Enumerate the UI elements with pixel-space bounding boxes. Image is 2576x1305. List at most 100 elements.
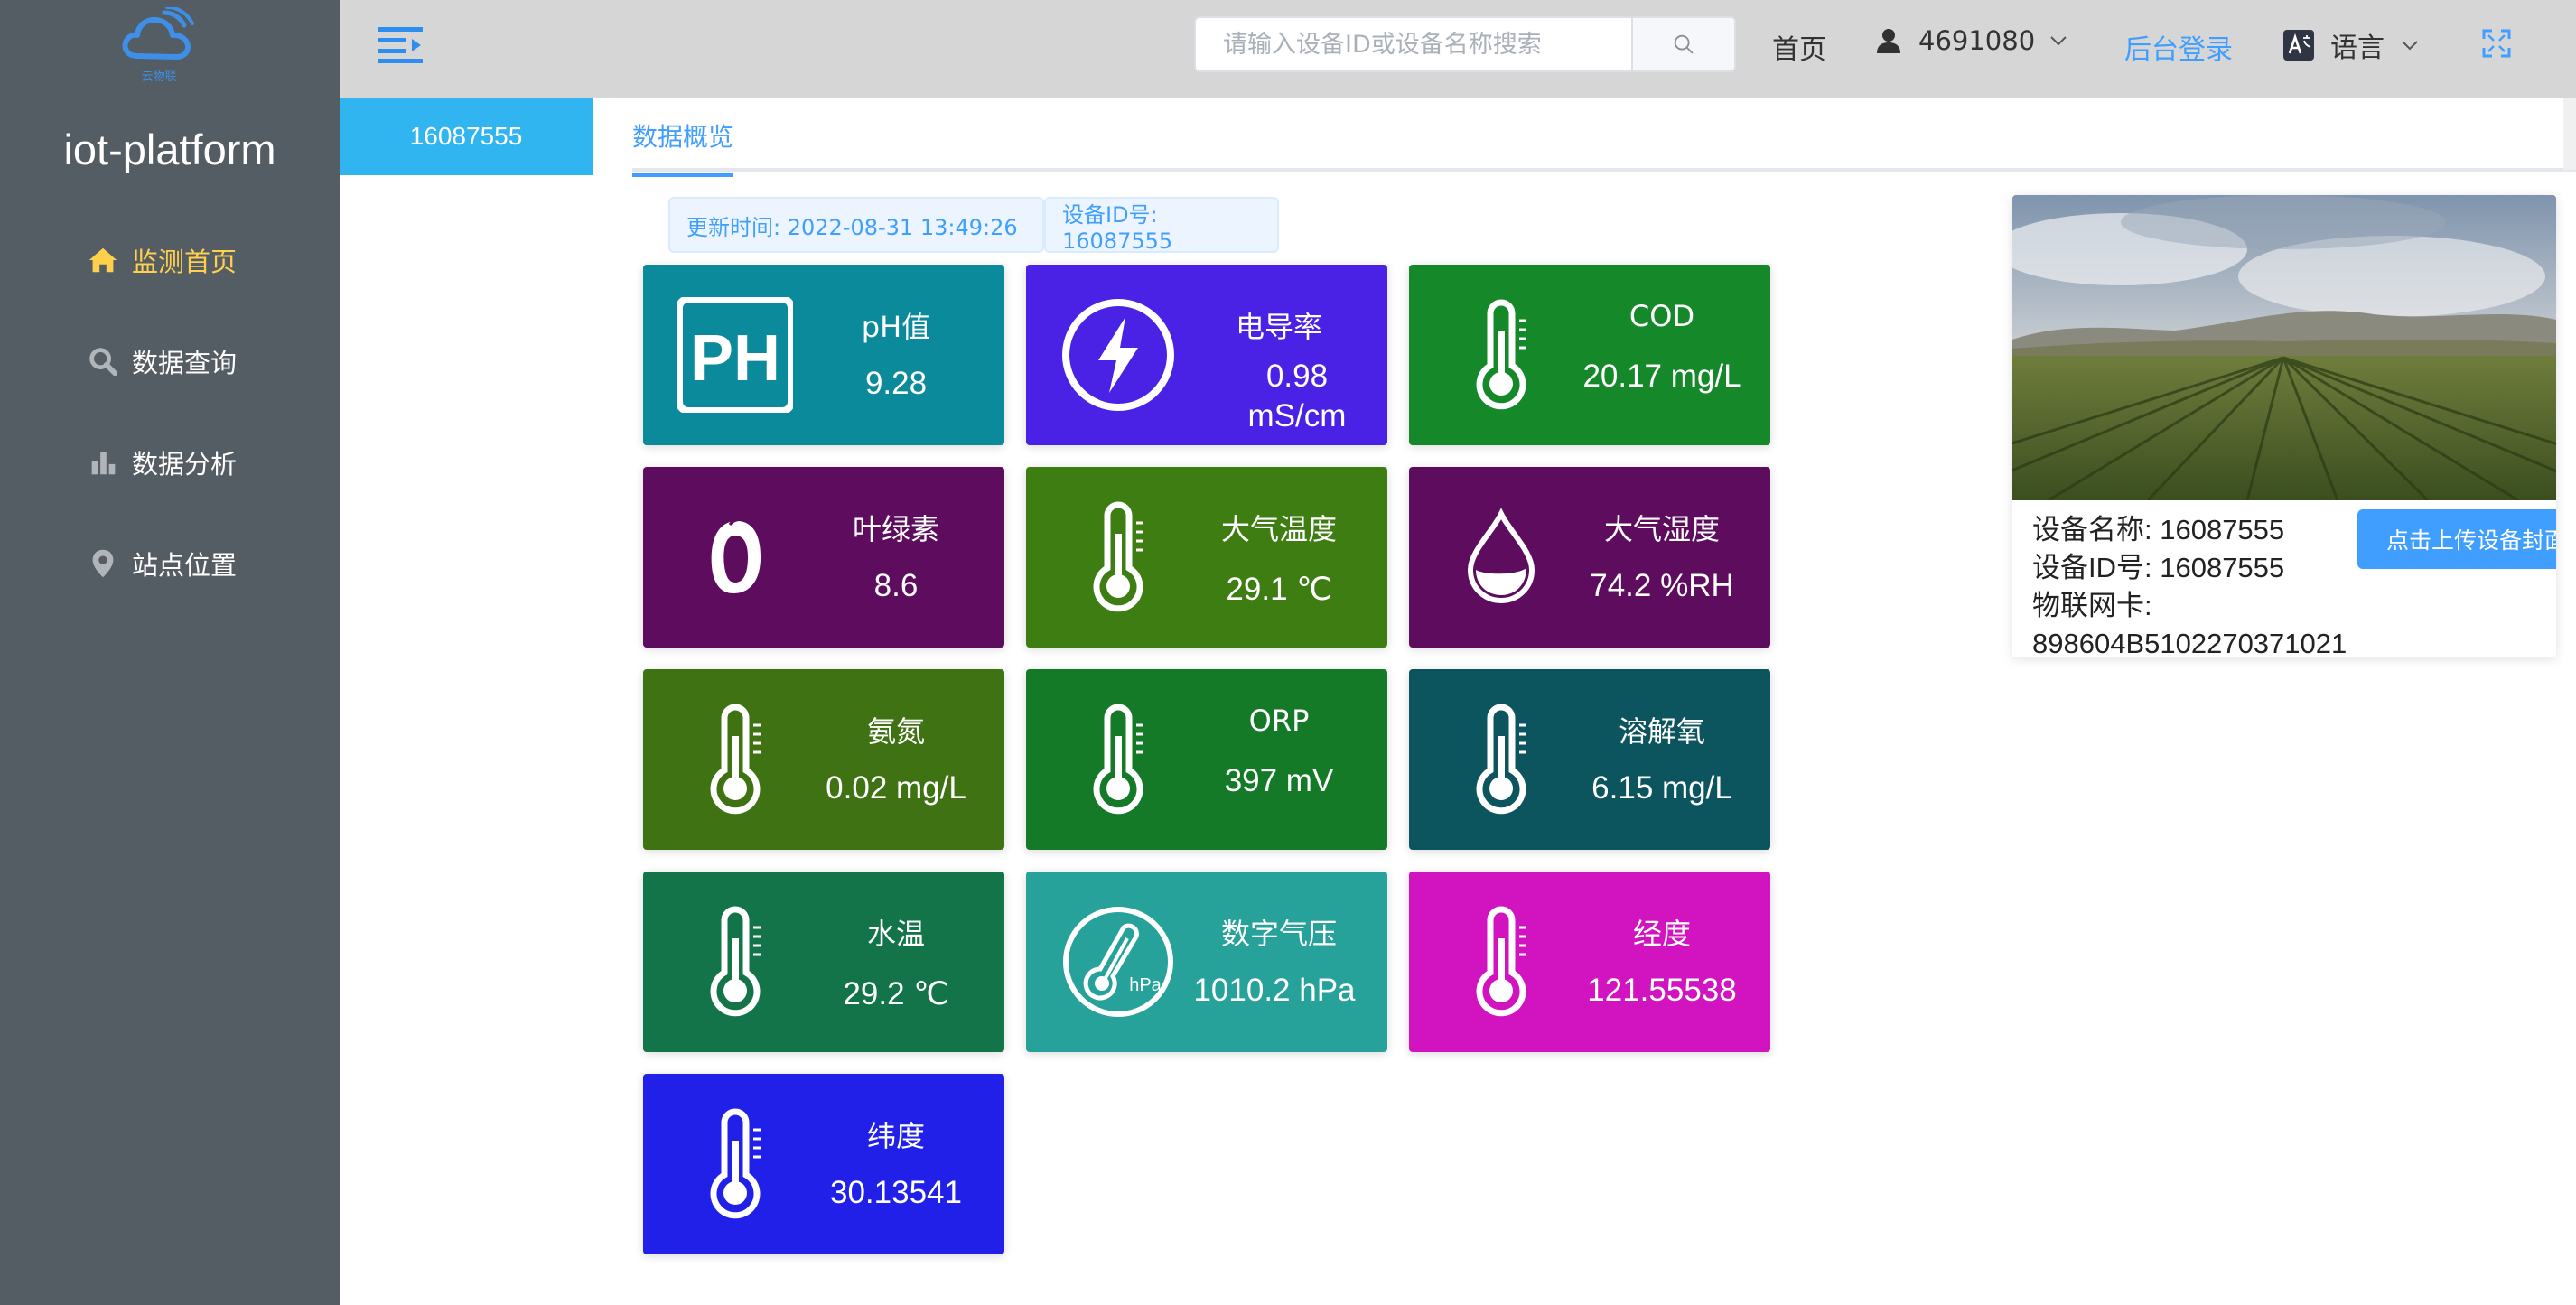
- card-title: 水温: [866, 917, 925, 951]
- home-icon: [85, 242, 121, 278]
- brand-title: iot-platform: [63, 126, 276, 173]
- update-time-tag: 更新时间: 2022-08-31 13:49:26: [668, 197, 1044, 253]
- admin-login-link[interactable]: 后台登录: [2124, 27, 2233, 67]
- sidebar-item-home[interactable]: 监测首页: [0, 210, 340, 311]
- scrollbar[interactable]: [2563, 98, 2576, 170]
- search-icon: [1674, 34, 1694, 54]
- bar-chart-icon: [85, 444, 121, 480]
- thermometer-icon: [1443, 904, 1559, 1020]
- svg-text:PH: PH: [690, 322, 780, 395]
- fullscreen-icon[interactable]: [2480, 27, 2513, 60]
- sensor-card-air-humidity[interactable]: 大气湿度 74.2 %RH: [1409, 467, 1770, 648]
- sidebar-item-label: 数据查询: [132, 348, 238, 378]
- logo-text: 云物联: [141, 70, 177, 84]
- sensor-card-pressure[interactable]: hPa 数字气压 1010.2 hPa: [1026, 872, 1387, 1052]
- thermometer-icon: [677, 904, 793, 1020]
- thermometer-icon: [1060, 499, 1176, 615]
- card-title: COD: [1629, 299, 1695, 333]
- card-title: ORP: [1248, 704, 1310, 738]
- thermometer-icon: [677, 702, 793, 817]
- card-title: 电导率: [1235, 310, 1322, 344]
- user-dropdown[interactable]: 4691080: [1875, 25, 2069, 56]
- sensor-card-conductivity[interactable]: 电导率 0.98 mS/cm: [1026, 265, 1387, 445]
- card-value: 8.6: [873, 568, 919, 603]
- sidebar-item-query[interactable]: 数据查询: [0, 311, 340, 412]
- sidebar-item-location[interactable]: 站点位置: [0, 513, 340, 614]
- svg-text:hPa: hPa: [1129, 975, 1162, 995]
- sim-card-label: 物联网卡:: [2032, 590, 2152, 621]
- thermometer-icon: [1060, 702, 1176, 817]
- device-details: 设备名称: 16087555 设备ID号: 16087555 物联网卡: 898…: [2032, 511, 2347, 657]
- card-title: pH值: [861, 310, 931, 344]
- sensor-card-air-temperature[interactable]: 大气温度 29.1 ℃: [1026, 467, 1387, 648]
- sensor-card-ammonia-nitrogen[interactable]: 氨氮 0.02 mg/L: [643, 669, 1004, 850]
- card-value: 0.02 mg/L: [826, 770, 966, 806]
- pressure-gauge-icon: hPa: [1060, 904, 1176, 1020]
- card-value: 121.55538: [1587, 973, 1737, 1008]
- card-value: 397 mV: [1224, 763, 1334, 798]
- card-title: 大气温度: [1220, 512, 1337, 546]
- tab-data-overview[interactable]: 数据概览: [632, 117, 734, 177]
- device-info-panel: 设备名称: 16087555 设备ID号: 16087555 物联网卡: 898…: [2012, 195, 2556, 657]
- card-title: 大气湿度: [1603, 512, 1720, 546]
- sensor-card-longitude[interactable]: 经度 121.55538: [1409, 872, 1770, 1052]
- droplet-icon: [1443, 499, 1559, 615]
- sidebar-item-analysis[interactable]: 数据分析: [0, 412, 340, 513]
- top-header: 首页 4691080 后台登录 语言: [340, 0, 2576, 98]
- card-title: 经度: [1632, 917, 1691, 951]
- sensor-card-cod[interactable]: COD 20.17 mg/L: [1409, 265, 1770, 445]
- sensor-card-water-temperature[interactable]: 水温 29.2 ℃: [643, 872, 1004, 1052]
- nav-home-link[interactable]: 首页: [1772, 27, 1826, 67]
- device-name: 设备名称: 16087555: [2032, 514, 2285, 545]
- sensor-card-chlorophyll[interactable]: 叶绿素 8.6: [643, 467, 1004, 648]
- ph-icon: PH: [677, 297, 793, 413]
- username: 4691080: [1918, 25, 2036, 56]
- language-dropdown[interactable]: 语言: [2283, 25, 2421, 65]
- sim-card-number: 898604B5102270371021: [2032, 628, 2347, 657]
- sensor-card-ph[interactable]: PH pH值 9.28: [643, 265, 1004, 445]
- search-box: [1194, 16, 1736, 72]
- card-value: 29.2 ℃: [843, 976, 949, 1011]
- card-title: 纬度: [866, 1119, 925, 1153]
- card-value: 1010.2 hPa: [1193, 973, 1356, 1008]
- card-title: 数字气压: [1220, 917, 1337, 951]
- language-label: 语言: [2330, 33, 2385, 64]
- thermometer-icon: [1443, 297, 1559, 413]
- sensor-card-dissolved-oxygen[interactable]: 溶解氧 6.15 mg/L: [1409, 669, 1770, 850]
- lightning-icon: [1060, 297, 1176, 413]
- device-id: 设备ID号: 16087555: [2032, 552, 2285, 583]
- card-title: 溶解氧: [1618, 714, 1705, 749]
- card-title: 氨氮: [866, 714, 925, 749]
- search-button[interactable]: [1631, 18, 1734, 70]
- card-value: 74.2 %RH: [1590, 568, 1734, 603]
- card-value: 6.15 mg/L: [1591, 770, 1732, 806]
- sidebar: 云物联 iot-platform 监测首页 数据查询 数据分析 站点位置: [0, 0, 340, 1305]
- user-icon: [1877, 29, 1900, 53]
- card-value: 20.17 mg/L: [1582, 359, 1741, 394]
- card-value: 9.28: [864, 366, 928, 401]
- sensor-card-latitude[interactable]: 纬度 30.13541: [643, 1074, 1004, 1254]
- logo[interactable]: 云物联: [117, 7, 201, 84]
- card-value: 0.98 mS/cm: [1247, 359, 1347, 433]
- cloud-logo-icon: [122, 7, 194, 60]
- chlorophyll-icon: [677, 499, 793, 615]
- translate-icon: [2283, 30, 2314, 61]
- chevron-down-icon: [2050, 36, 2067, 46]
- search-icon: [85, 343, 121, 379]
- card-value: 29.1 ℃: [1226, 572, 1332, 607]
- upload-cover-button[interactable]: 点击上传设备封面: [2357, 509, 2556, 569]
- sidebar-item-label: 站点位置: [132, 550, 238, 581]
- thermometer-icon: [677, 1106, 793, 1222]
- menu-toggle-icon[interactable]: [378, 25, 423, 63]
- tabs-bar: 数据概览: [632, 98, 2576, 177]
- card-title: 叶绿素: [852, 512, 939, 546]
- search-input[interactable]: [1196, 18, 1632, 70]
- sidebar-menu: 监测首页 数据查询 数据分析 站点位置: [0, 210, 340, 614]
- location-pin-icon: [85, 545, 121, 582]
- device-tab[interactable]: 16087555: [340, 98, 593, 175]
- sensor-card-orp[interactable]: ORP 397 mV: [1026, 669, 1387, 850]
- device-cover-image[interactable]: [2012, 195, 2556, 500]
- sidebar-item-label: 数据分析: [132, 449, 238, 480]
- chevron-down-icon: [2402, 41, 2418, 51]
- card-value: 30.13541: [830, 1175, 962, 1210]
